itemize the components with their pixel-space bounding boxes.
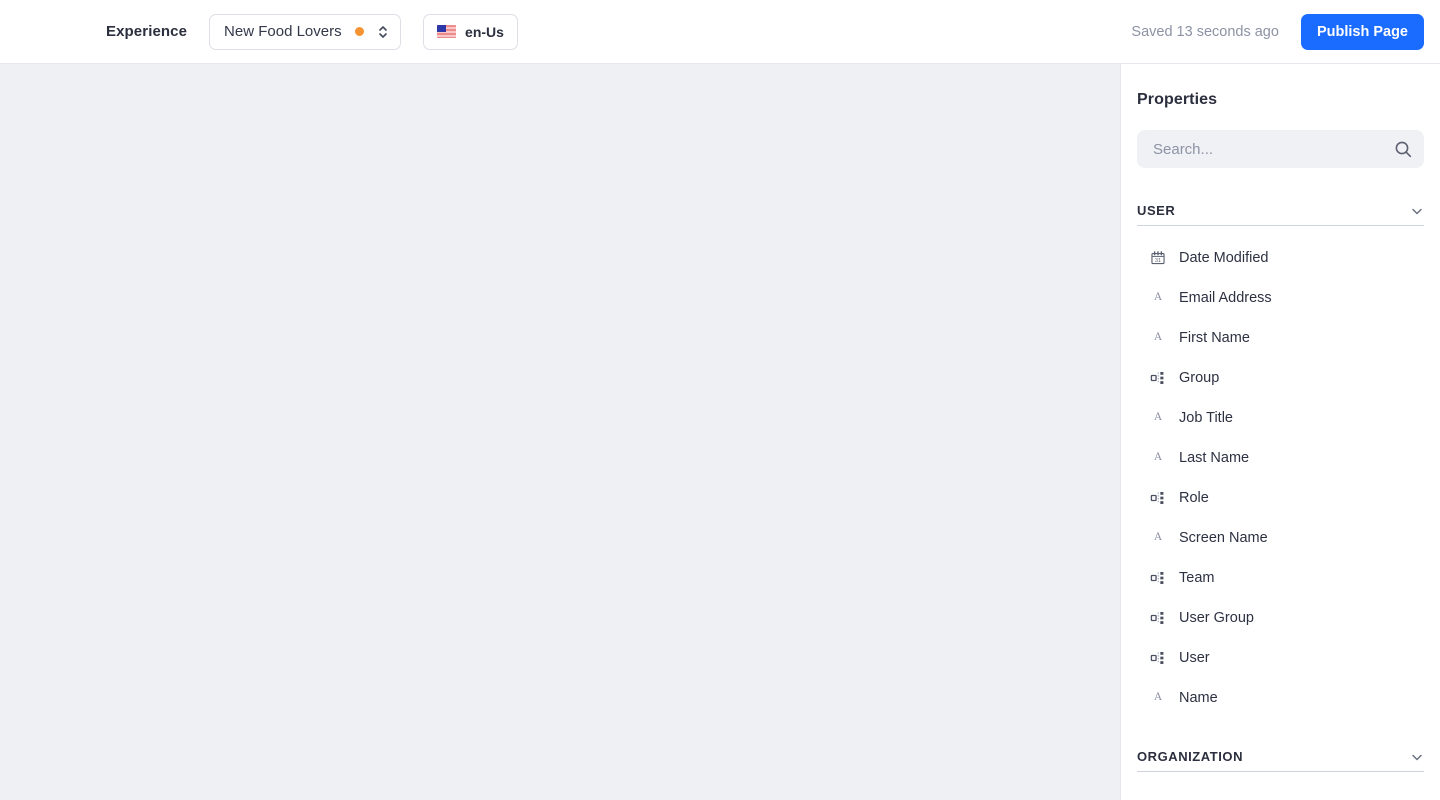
property-item[interactable]: A Last Name [1137,438,1424,478]
relation-icon [1147,650,1169,666]
relation-icon [1147,570,1169,586]
property-item[interactable]: A Job Title [1137,398,1424,438]
chevron-down-icon [1410,750,1424,764]
property-item-label: Group [1179,370,1220,386]
property-item-label: Screen Name [1179,530,1268,546]
property-item[interactable]: Role [1137,478,1424,518]
toolbar-left-group: Experience New Food Lovers en-Us [106,13,518,50]
relation-icon [1147,370,1169,386]
svg-text:31: 31 [1155,258,1161,264]
search-icon[interactable] [1394,140,1412,158]
property-item-label: Date Modified [1179,250,1269,266]
text-icon: A [1153,531,1163,544]
property-list-user: 31 Date Modified A Email Address A First Name… [1137,226,1424,718]
calendar-icon: 31 [1147,250,1169,266]
section-header-organization[interactable]: ORGANIZATION [1137,742,1424,772]
property-item-label: User Group [1179,610,1254,626]
property-item-label: Role [1179,490,1209,506]
text-icon: A [1153,691,1163,704]
property-item[interactable]: A Screen Name [1137,518,1424,558]
property-item-label: Last Name [1179,450,1250,466]
property-item-label: Job Title [1179,410,1233,426]
experience-label: Experience [106,23,188,40]
chevron-down-icon [1410,204,1424,218]
property-item[interactable]: User [1137,638,1424,678]
relation-icon [1147,490,1169,506]
workspace: Properties USER 31Da [0,64,1440,800]
property-item-label: Team [1179,570,1215,586]
publish-page-button[interactable]: Publish Page [1300,13,1424,50]
text-icon: A [1153,331,1163,344]
locale-selector[interactable]: en-Us [423,13,518,50]
app-root: Experience New Food Lovers en-Us Saved 1… [0,0,1440,800]
text-icon: A [1153,411,1163,424]
section-title-user: USER [1137,203,1176,218]
us-flag-icon [437,25,457,38]
experience-selector[interactable]: New Food Lovers [209,13,402,50]
top-toolbar: Experience New Food Lovers en-Us Saved 1… [0,0,1440,64]
property-item[interactable]: 31 Date Modified [1137,238,1424,278]
property-item[interactable]: User Group [1137,598,1424,638]
text-icon: A [1153,291,1163,304]
toolbar-right-group: Saved 13 seconds ago Publish Page [1131,13,1424,50]
relation-icon [1147,610,1169,626]
property-item[interactable]: Team [1137,558,1424,598]
property-item-label: Name [1179,690,1218,706]
section-title-organization: ORGANIZATION [1137,749,1244,764]
property-item[interactable]: Group [1137,358,1424,398]
status-dot-icon [355,27,365,36]
panel-title: Properties [1137,91,1218,108]
chevron-updown-icon [377,23,389,41]
property-item-label: Email Address [1179,290,1272,306]
property-item-label: User [1179,650,1210,666]
page-canvas[interactable] [0,64,1120,800]
property-item-label: First Name [1179,330,1250,346]
text-icon: A [1153,451,1163,464]
search-input[interactable] [1153,140,1394,158]
experience-selector-value: New Food Lovers [224,23,342,40]
saved-status-text: Saved 13 seconds ago [1131,23,1279,40]
property-item[interactable]: A Email Address [1137,278,1424,318]
section-header-user[interactable]: USER [1137,196,1424,226]
properties-panel: Properties USER 31Da [1120,64,1440,800]
property-item[interactable]: A First Name [1137,318,1424,358]
property-item[interactable]: A Name [1137,678,1424,718]
locale-label: en-Us [465,23,504,40]
search-field-wrapper[interactable] [1137,130,1424,168]
